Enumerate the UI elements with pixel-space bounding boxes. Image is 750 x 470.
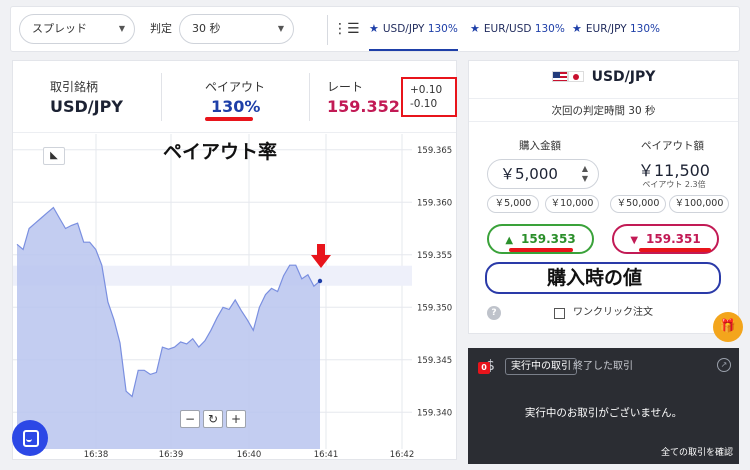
instrument-info: 取引銘柄 USD/JPY ペイアウト 130% レート 159.352 +0.1… bbox=[13, 61, 457, 133]
spread-select-value: スプレッド bbox=[32, 22, 87, 35]
amount-chip-10000[interactable]: ￥10,000 bbox=[545, 195, 599, 213]
payout-label: ペイアウト bbox=[205, 80, 266, 94]
price-area bbox=[17, 207, 320, 449]
diff-up: +0.10 bbox=[410, 84, 443, 96]
rate-label: レート bbox=[327, 80, 364, 94]
external-link-icon[interactable]: ↗ bbox=[717, 358, 731, 372]
one-click-label: ワンクリック注文 bbox=[573, 307, 653, 318]
top-toolbar: スプレッド ▼ 判定 30 秒 ▼ ⋮☰ ★ USD/JPY 130% ★ EUR/… bbox=[10, 6, 740, 52]
one-click-checkbox[interactable] bbox=[554, 308, 565, 319]
tab-pair: USD/JPY bbox=[382, 23, 425, 35]
chart-panel: 取引銘柄 USD/JPY ペイアウト 130% レート 159.352 +0.1… bbox=[12, 60, 457, 460]
low-price: 159.351 bbox=[646, 232, 701, 246]
amount-chip-5000[interactable]: ￥5,000 bbox=[487, 195, 539, 213]
star-icon: ★ bbox=[369, 22, 379, 35]
high-price: 159.353 bbox=[521, 232, 576, 246]
symbol-label: 取引銘柄 bbox=[50, 80, 99, 94]
y-tick-label: 159.365 bbox=[417, 146, 452, 156]
diff-down: -0.10 bbox=[410, 98, 438, 110]
purchase-value-annotation: 購入時の値 bbox=[547, 267, 643, 289]
tab-pct: 130% bbox=[629, 23, 661, 35]
payout-value: 130% bbox=[211, 97, 261, 116]
amount-chip-50000[interactable]: ￥50,000 bbox=[610, 195, 666, 213]
star-icon: ★ bbox=[572, 22, 582, 35]
star-icon: ★ bbox=[470, 22, 480, 35]
rate-diff-box: +0.10 -0.10 bbox=[401, 77, 457, 117]
one-click-row: ? ワンクリック注文 bbox=[469, 301, 738, 331]
y-tick-label: 159.350 bbox=[417, 303, 452, 313]
y-tick-label: 159.345 bbox=[417, 356, 452, 366]
chevron-down-icon: ▼ bbox=[277, 24, 284, 33]
zoom-reset-button[interactable]: ↻ bbox=[203, 410, 223, 428]
divider bbox=[309, 73, 310, 121]
spread-select[interactable]: スプレッド ▼ bbox=[19, 14, 135, 44]
positions-panel: $ 0 実行中の取引 終了した取引 ↗ 実行中のお取引がございません。 全ての取… bbox=[468, 348, 739, 464]
judge-time-value: 30 秒 bbox=[192, 22, 221, 35]
tab-pct: 130% bbox=[534, 23, 565, 35]
payout-amount: ￥11,500 bbox=[638, 161, 710, 180]
current-price-dot bbox=[317, 278, 323, 284]
y-tick-label: 159.340 bbox=[417, 408, 452, 418]
x-tick-label: 16:41 bbox=[314, 450, 339, 460]
view-all-trades-link[interactable]: 全ての取引を確認 bbox=[661, 445, 733, 458]
tab-eur-jpy[interactable]: ★ EUR/JPY 130% bbox=[572, 7, 660, 51]
y-tick-label: 159.360 bbox=[417, 198, 452, 208]
amount-chip-100000[interactable]: ￥100,000 bbox=[669, 195, 729, 213]
payout-underline bbox=[205, 117, 253, 121]
x-axis: 16:38 16:39 16:40 16:41 16:42 bbox=[84, 450, 415, 460]
judge-time-select[interactable]: 30 秒 ▼ bbox=[179, 14, 294, 44]
trade-pair-label: USD/JPY bbox=[591, 69, 656, 85]
rate-value: 159.352 bbox=[327, 97, 400, 116]
empty-message: 実行中のお取引がございません。 bbox=[524, 407, 683, 419]
gift-icon[interactable]: 🎁 bbox=[713, 312, 743, 342]
stepper-icon[interactable]: ▲ ▼ bbox=[582, 164, 588, 184]
x-tick-label: 16:38 bbox=[84, 450, 109, 460]
zoom-out-button[interactable]: − bbox=[180, 410, 200, 428]
tab-usd-jpy[interactable]: ★ USD/JPY 130% bbox=[369, 7, 458, 51]
jp-flag-icon bbox=[567, 71, 584, 82]
x-tick-label: 16:39 bbox=[159, 450, 184, 460]
low-underline bbox=[639, 248, 711, 252]
trade-panel: USD/JPY 次回の判定時間 30 秒 購入金額 ペイアウト額 ￥5,000 … bbox=[468, 60, 739, 334]
x-tick-label: 16:40 bbox=[237, 450, 262, 460]
tab-pair: EUR/USD bbox=[483, 23, 532, 35]
y-axis: 159.365 159.360 159.355 159.350 159.345 159.3… bbox=[417, 146, 452, 419]
tab-active-trades[interactable]: 実行中の取引 bbox=[505, 358, 577, 375]
us-flag-icon bbox=[551, 71, 568, 82]
amount-input[interactable]: ￥5,000 ▲ ▼ bbox=[487, 159, 599, 189]
menu-icon[interactable]: ⋮☰ bbox=[333, 20, 360, 38]
tab-pair: EUR/JPY bbox=[585, 23, 627, 35]
next-judge-time: 次回の判定時間 30 秒 bbox=[469, 98, 738, 122]
chart-type-icon[interactable]: ◣ bbox=[43, 147, 65, 165]
payout-rate-annotation: ペイアウト率 bbox=[163, 141, 278, 163]
purchase-value-box: 購入時の値 bbox=[485, 262, 721, 294]
tab-eur-usd[interactable]: ★ EUR/USD 130% bbox=[470, 7, 565, 51]
triangle-up-icon: ▲ bbox=[505, 235, 514, 246]
high-underline bbox=[509, 248, 573, 252]
chevron-down-icon: ▼ bbox=[118, 24, 125, 33]
help-icon[interactable]: ? bbox=[487, 306, 501, 320]
divider bbox=[327, 15, 328, 45]
judge-label: 判定 bbox=[150, 22, 172, 35]
amount-value: ￥5,000 bbox=[500, 165, 558, 183]
amount-label: 購入金額 bbox=[519, 140, 561, 152]
x-tick-label: 16:42 bbox=[390, 450, 415, 460]
symbol-value: USD/JPY bbox=[50, 97, 123, 116]
triangle-down-icon: ▼ bbox=[630, 235, 639, 246]
divider bbox=[161, 73, 162, 121]
y-tick-label: 159.355 bbox=[417, 251, 452, 261]
payout-amount-label: ペイアウト額 bbox=[641, 140, 704, 152]
payout-multiplier: ペイアウト 2.3倍 bbox=[642, 180, 706, 189]
count-badge: 0 bbox=[478, 362, 490, 374]
chat-icon[interactable] bbox=[12, 420, 48, 456]
trade-pair: USD/JPY bbox=[469, 69, 738, 85]
arrow-down-icon bbox=[311, 244, 331, 268]
zoom-in-button[interactable]: + bbox=[226, 410, 246, 428]
tab-finished-trades[interactable]: 終了した取引 bbox=[573, 358, 633, 375]
tab-pct: 130% bbox=[427, 23, 458, 35]
